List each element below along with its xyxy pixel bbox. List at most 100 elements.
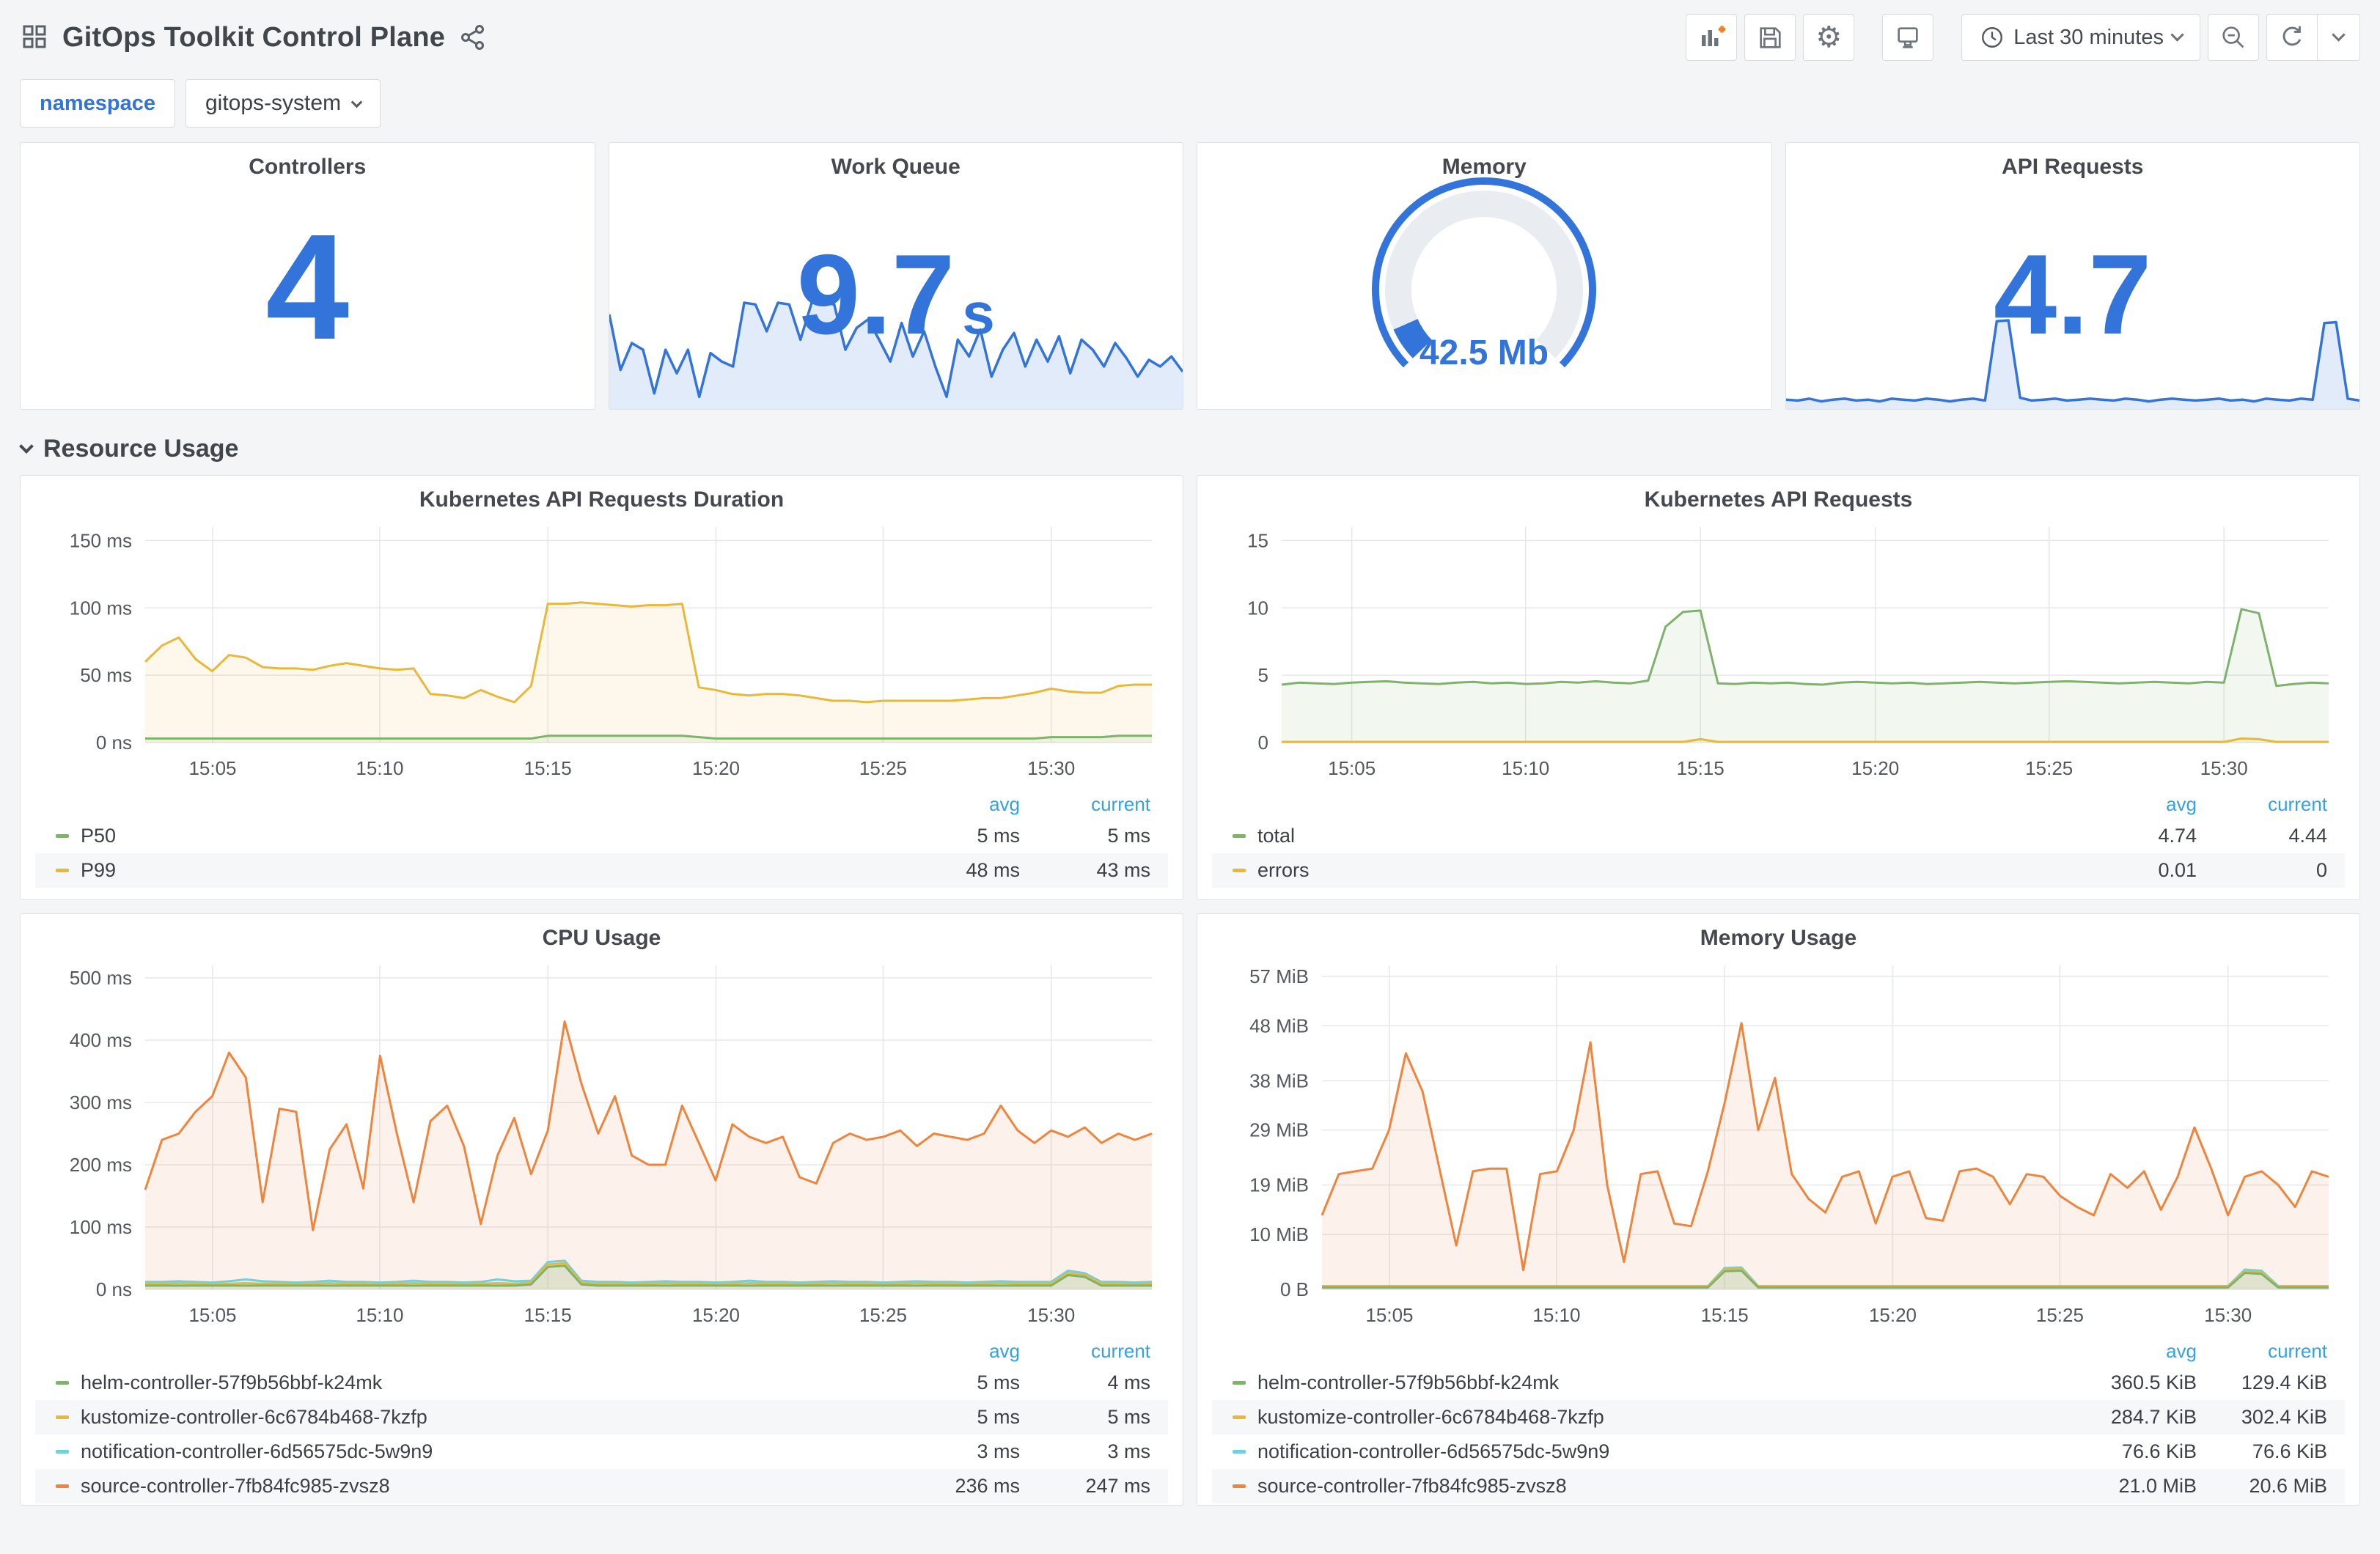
svg-text:400 ms: 400 ms <box>70 1029 132 1051</box>
legend-series-name[interactable]: notification-controller-6d56575dc-5w9n9 <box>81 1440 889 1463</box>
section-title: Resource Usage <box>43 435 239 463</box>
series-color-swatch <box>1233 869 1246 872</box>
save-dashboard-button[interactable] <box>1744 14 1796 61</box>
zoom-out-button[interactable] <box>2208 14 2259 61</box>
add-panel-button[interactable] <box>1686 14 1738 61</box>
legend-row: source-controller-7fb84fc985-zvsz8 236 ms… <box>35 1469 1168 1503</box>
namespace-selected-value: gitops-system <box>205 91 342 115</box>
legend-series-name[interactable]: errors <box>1257 859 2066 882</box>
legend-sort-current[interactable]: current <box>2197 793 2327 816</box>
svg-text:15:25: 15:25 <box>859 757 907 779</box>
svg-text:15:20: 15:20 <box>692 1304 740 1326</box>
svg-text:15:25: 15:25 <box>2025 757 2073 779</box>
legend-current-value: 43 ms <box>1096 859 1150 881</box>
legend-sort-current[interactable]: current <box>1020 793 1150 816</box>
timeseries-chart[interactable]: 15:05 15:10 15:15 15:20 15:25 15:30 0 ns 100 ms… <box>35 951 1168 1332</box>
legend-avg-value: 3 ms <box>977 1440 1020 1462</box>
legend-series-name[interactable]: source-controller-7fb84fc985-zvsz8 <box>1257 1475 2066 1498</box>
timeseries-chart[interactable]: 15:05 15:10 15:15 15:20 15:25 15:30 0 5 10 15 <box>1212 512 2345 785</box>
panel-title[interactable]: CPU Usage <box>35 914 1168 951</box>
legend-avg-value: 48 ms <box>966 859 1020 881</box>
svg-text:500 ms: 500 ms <box>70 967 132 989</box>
legend-row: P99 48 ms 43 ms <box>35 853 1168 888</box>
panel-title[interactable]: Work Queue <box>609 143 1183 180</box>
legend-series-name[interactable]: P50 <box>81 825 889 847</box>
legend-current-value: 20.6 MiB <box>2249 1475 2327 1497</box>
section-resource-usage[interactable]: Resource Usage <box>19 435 2360 463</box>
work-queue-value: 9.7 s <box>796 231 995 358</box>
legend-row: helm-controller-57f9b56bbf-k24mk 360.5 Ki… <box>1212 1366 2345 1400</box>
svg-text:15:15: 15:15 <box>524 1304 572 1326</box>
memory-gauge: 42.5 Mb <box>1372 177 1597 372</box>
refresh-icon <box>2282 26 2302 46</box>
legend-avg-value: 360.5 KiB <box>2110 1371 2197 1393</box>
refresh-interval-dropdown[interactable] <box>2318 14 2360 61</box>
legend-sort-avg[interactable]: avg <box>889 1340 1020 1363</box>
legend-sort-avg[interactable]: avg <box>889 793 1020 816</box>
dashboard-settings-button[interactable]: ⚙ <box>1803 14 1855 61</box>
legend-sort-avg[interactable]: avg <box>2066 793 2197 816</box>
panel-title[interactable]: Kubernetes API Requests Duration <box>35 476 1168 512</box>
svg-text:15:05: 15:05 <box>1328 757 1376 779</box>
svg-text:15:10: 15:10 <box>1502 757 1549 779</box>
svg-text:19 MiB: 19 MiB <box>1249 1174 1309 1196</box>
series-color-swatch <box>1233 1415 1246 1419</box>
legend-avg-value: 0.01 <box>2158 859 2197 881</box>
legend-series-name[interactable]: P99 <box>81 859 889 882</box>
panel-title[interactable]: Kubernetes API Requests <box>1212 476 2345 512</box>
series-color-swatch <box>56 1415 69 1419</box>
legend-current-value: 3 ms <box>1107 1440 1150 1462</box>
legend-avg-value: 4.74 <box>2158 825 2197 847</box>
svg-text:150 ms: 150 ms <box>70 529 132 551</box>
svg-text:0: 0 <box>1258 732 1268 754</box>
legend-sort-current[interactable]: current <box>1020 1340 1150 1363</box>
clock-icon <box>1982 27 2003 48</box>
variables-row: namespace gitops-system <box>20 79 2360 128</box>
time-range-picker[interactable]: Last 30 minutes <box>1961 14 2200 61</box>
legend-sort-current[interactable]: current <box>2197 1340 2327 1363</box>
chevron-down-icon <box>2170 28 2184 42</box>
dashboard: GitOps Toolkit Control Plane ⚙ Last 30 m… <box>0 0 2380 1506</box>
legend-series-name[interactable]: helm-controller-57f9b56bbf-k24mk <box>81 1371 889 1394</box>
svg-text:10 MiB: 10 MiB <box>1249 1223 1309 1245</box>
legend-row: errors 0.01 0 <box>1212 853 2345 888</box>
cycle-view-mode-button[interactable] <box>1882 14 1934 61</box>
legend-series-name[interactable]: kustomize-controller-6c6784b468-7kzfp <box>1257 1406 2066 1429</box>
legend-avg-value: 5 ms <box>977 825 1020 847</box>
legend-series-name[interactable]: source-controller-7fb84fc985-zvsz8 <box>81 1475 889 1498</box>
svg-text:48 MiB: 48 MiB <box>1249 1014 1309 1036</box>
chevron-down-icon <box>2332 28 2346 42</box>
timeseries-chart[interactable]: 15:05 15:10 15:15 15:20 15:25 15:30 0 B 10 MiB 1… <box>1212 951 2345 1332</box>
legend-series-name[interactable]: kustomize-controller-6c6784b468-7kzfp <box>81 1406 889 1429</box>
panel-legend: avg current total 4.74 4.44 errors 0.01 0 <box>1212 790 2345 888</box>
share-icon[interactable] <box>458 23 488 52</box>
panel-title[interactable]: Memory Usage <box>1212 914 2345 951</box>
timeseries-chart[interactable]: 15:05 15:10 15:15 15:20 15:25 15:30 0 ns 50 ms 1… <box>35 512 1168 785</box>
series-color-swatch <box>56 1381 69 1385</box>
toolbar: ⚙ Last 30 minutes <box>1678 14 2360 61</box>
series-color-swatch <box>1233 1381 1246 1385</box>
legend-series-name[interactable]: notification-controller-6d56575dc-5w9n9 <box>1257 1440 2066 1463</box>
svg-text:10: 10 <box>1247 597 1268 619</box>
controllers-value: 4 <box>265 202 350 371</box>
legend-sort-avg[interactable]: avg <box>2066 1340 2197 1363</box>
legend-avg-value: 21.0 MiB <box>2118 1475 2197 1497</box>
svg-text:15:30: 15:30 <box>1027 1304 1075 1326</box>
svg-text:15:10: 15:10 <box>356 757 403 779</box>
svg-text:15:15: 15:15 <box>1677 757 1725 779</box>
panel-k8s-api-requests: Kubernetes API Requests 15:05 15:10 15:15 1… <box>1197 475 2360 900</box>
namespace-select[interactable]: gitops-system <box>186 79 381 128</box>
legend-header: avg current <box>1212 1337 2345 1366</box>
svg-text:57 MiB: 57 MiB <box>1249 965 1309 987</box>
legend-row: source-controller-7fb84fc985-zvsz8 21.0 M… <box>1212 1469 2345 1503</box>
legend-series-name[interactable]: total <box>1257 825 2066 847</box>
refresh-button[interactable] <box>2266 14 2318 61</box>
legend-row: notification-controller-6d56575dc-5w9n9 3… <box>35 1435 1168 1469</box>
panel-cpu-usage: CPU Usage 15:05 15:10 15:15 15:20 15:25 15:30… <box>20 913 1183 1506</box>
legend-row: kustomize-controller-6c6784b468-7kzfp 5 m… <box>35 1400 1168 1435</box>
legend-header: avg current <box>1212 790 2345 819</box>
panel-title[interactable]: API Requests <box>1786 143 2360 180</box>
series-color-swatch <box>56 1450 69 1454</box>
svg-text:15:15: 15:15 <box>524 757 572 779</box>
legend-series-name[interactable]: helm-controller-57f9b56bbf-k24mk <box>1257 1371 2066 1394</box>
